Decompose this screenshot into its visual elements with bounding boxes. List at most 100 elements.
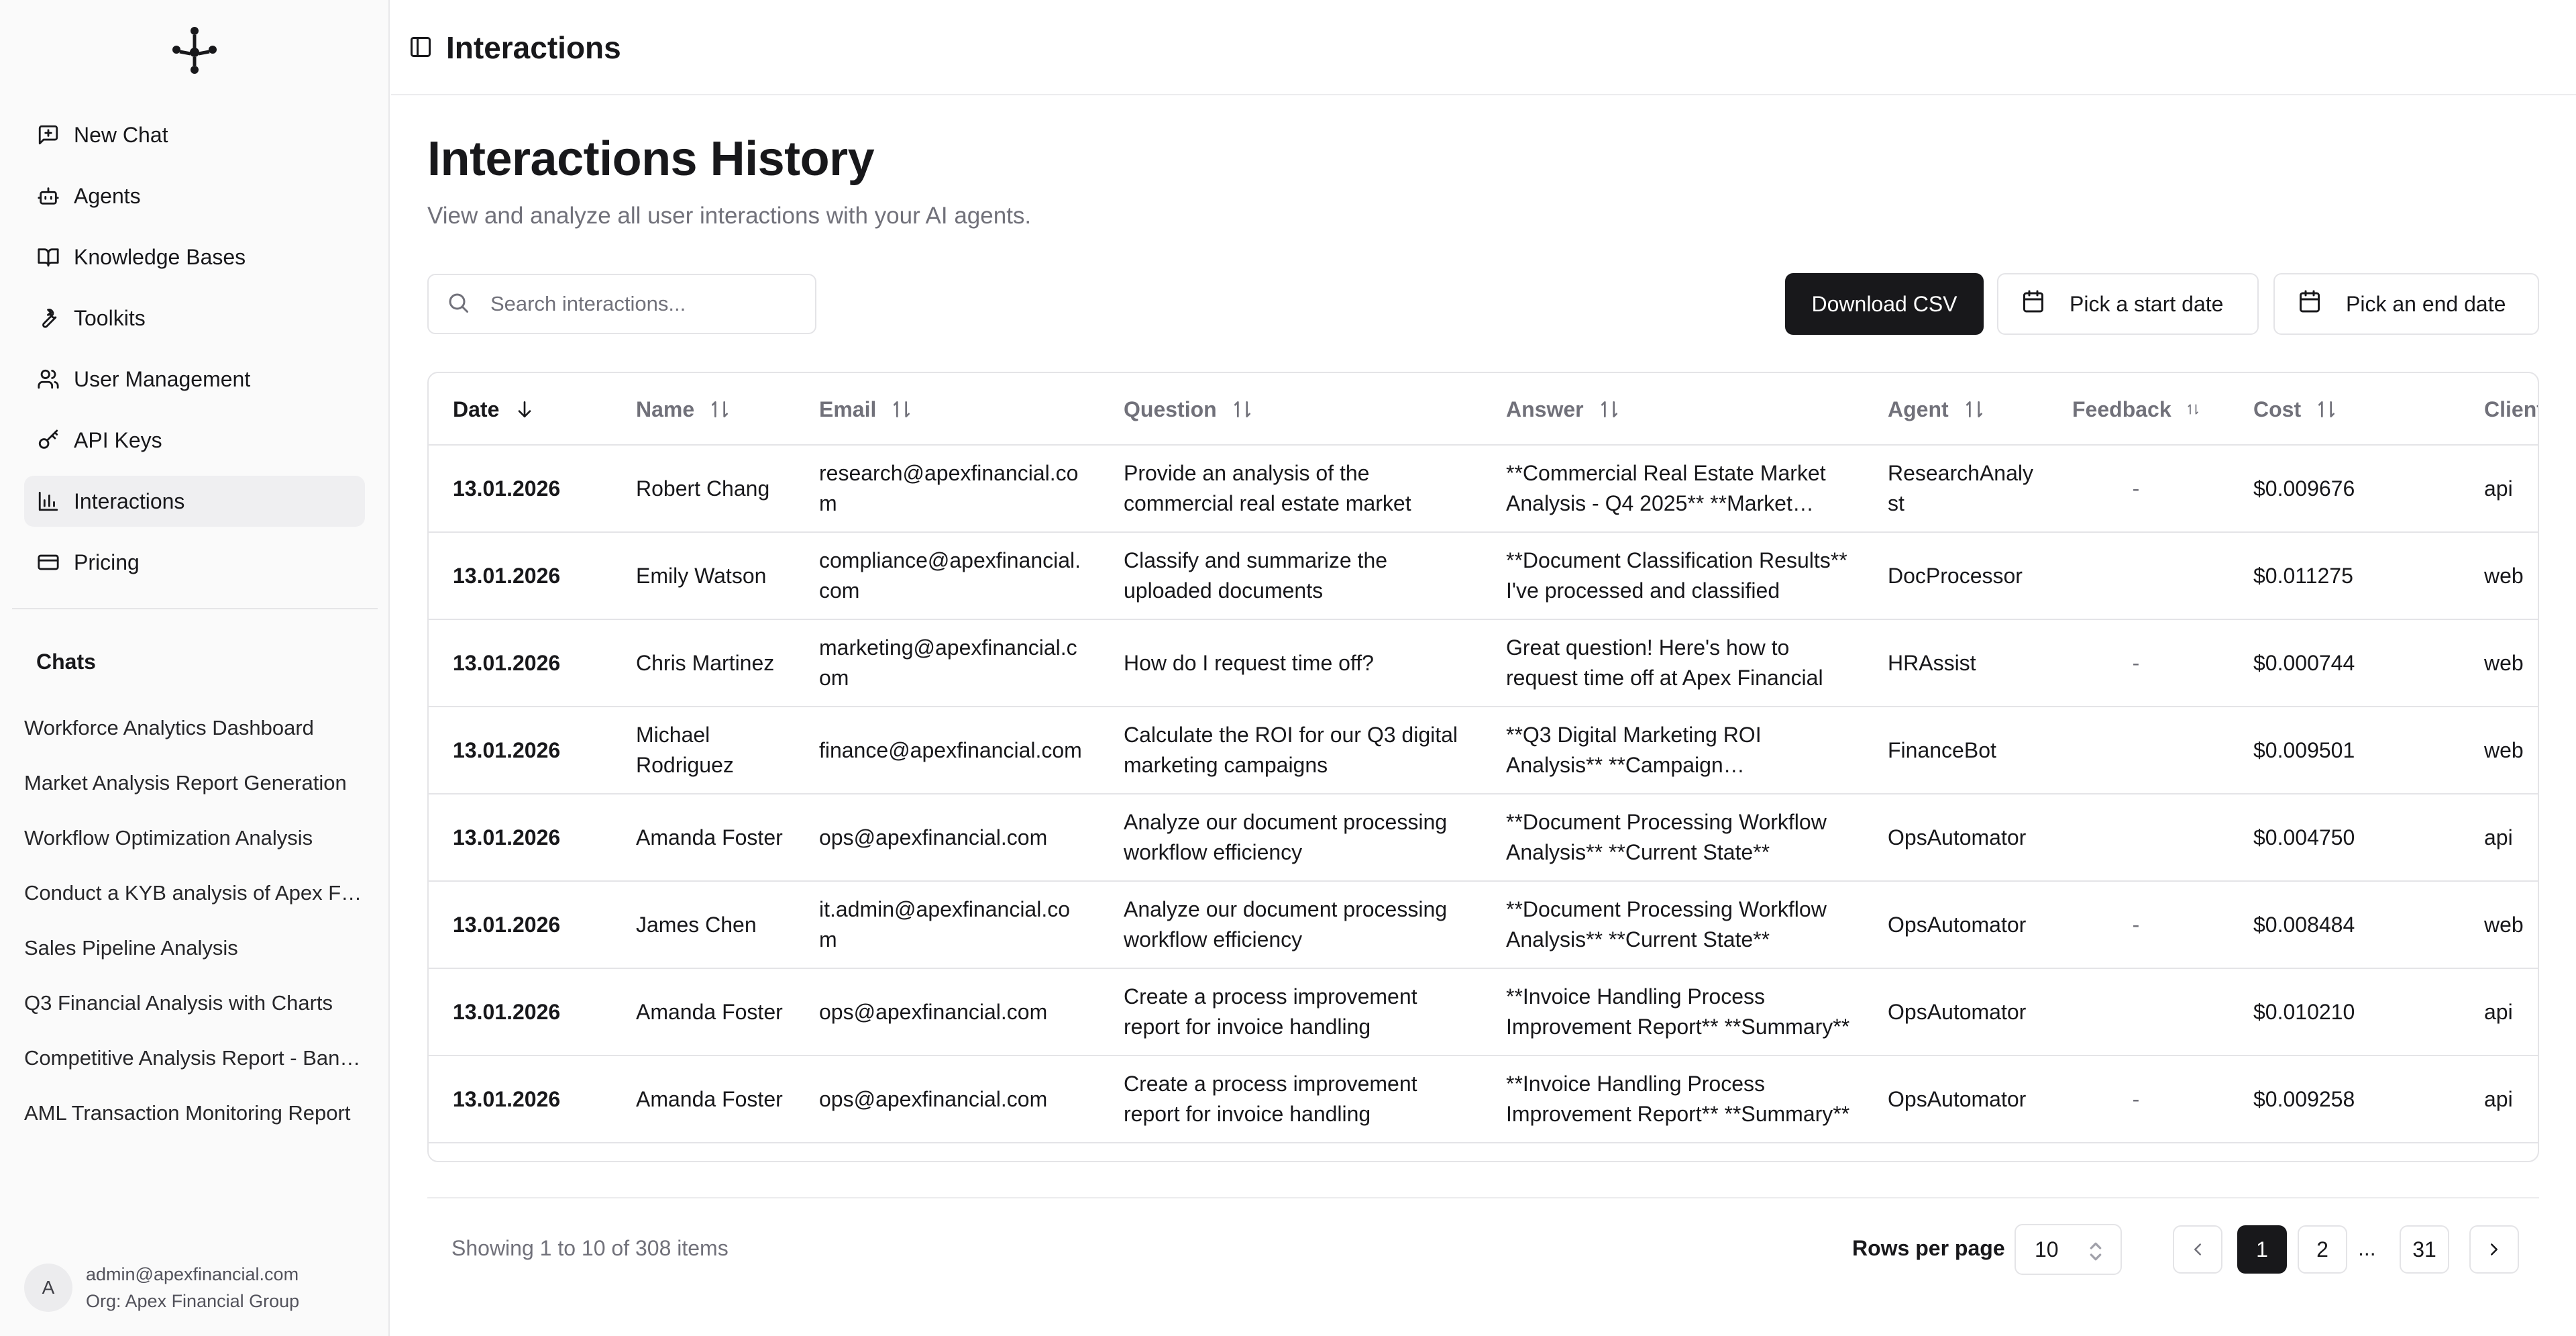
pagination-ellipsis: ...: [2358, 1236, 2376, 1260]
table-row[interactable]: 13.01.2026 Amanda Foster ops@apexfinancial…: [429, 969, 2538, 1056]
cell-cost: $0.009258: [2253, 1086, 2355, 1111]
chat-item[interactable]: Competitive Analysis Report - Banking: [24, 1031, 366, 1086]
footer-divider: [427, 1197, 2539, 1198]
user-profile[interactable]: A admin@apexfinancial.com Org: Apex Fina…: [24, 1259, 373, 1317]
cell-question: Provide an analysis of the commercial re…: [1124, 461, 1411, 515]
search-box[interactable]: [427, 274, 816, 334]
start-date-label: Pick a start date: [2070, 291, 2224, 316]
cell-name: Amanda Foster: [636, 825, 783, 850]
sidebar-item-pricing[interactable]: Pricing: [24, 537, 365, 588]
cell-agent: DocProcessor: [1888, 563, 2023, 588]
sidebar-item-new-chat[interactable]: New Chat: [24, 109, 365, 160]
page-button-31[interactable]: 31: [2400, 1225, 2449, 1274]
table-row[interactable]: 13.01.2026 Chris Martinez marketing@apexfi…: [429, 620, 2538, 707]
download-csv-button[interactable]: Download CSV: [1785, 273, 1984, 335]
cell-answer: **Document Processing Workflow Analysis*…: [1506, 810, 1827, 864]
column-header-date[interactable]: Date: [453, 373, 614, 446]
prev-page-button[interactable]: [2173, 1225, 2222, 1274]
calendar-icon: [2298, 289, 2346, 319]
sort-icon: [1966, 401, 1982, 417]
cell-cost: $0.010210: [2253, 999, 2355, 1024]
start-date-picker[interactable]: Pick a start date: [1997, 273, 2259, 335]
cell-client: web: [2484, 912, 2524, 937]
book-open-icon: [36, 245, 60, 269]
table-row[interactable]: 13.01.2026 Robert Chang research@apexfinan…: [429, 446, 2538, 533]
cell-question: Analyze our document processing workflow…: [1124, 810, 1448, 864]
column-header-email[interactable]: Email: [819, 373, 1087, 446]
chat-item[interactable]: Market Analysis Report Generation: [24, 756, 366, 811]
rows-per-page-select[interactable]: 10: [2015, 1224, 2122, 1275]
sidebar-item-toolkits[interactable]: Toolkits: [24, 293, 365, 344]
column-header-client[interactable]: Client: [2484, 373, 2538, 446]
cell-date: 13.01.2026: [453, 999, 561, 1024]
bot-icon: [36, 184, 60, 208]
cell-client: api: [2484, 999, 2513, 1024]
chat-item[interactable]: Conduct a KYB analysis of Apex Financial: [24, 866, 366, 921]
page-title: Interactions History: [427, 132, 875, 186]
chat-list: Workforce Analytics Dashboard Market Ana…: [24, 701, 366, 1141]
sidebar-divider: [12, 608, 378, 609]
column-header-name[interactable]: Name: [636, 373, 790, 446]
page-subtitle: View and analyze all user interactions w…: [427, 203, 1032, 229]
sidebar-item-agents[interactable]: Agents: [24, 170, 365, 221]
column-header-feedback[interactable]: Feedback: [2072, 373, 2200, 446]
sidebar-item-label: API Keys: [74, 427, 162, 452]
page-button-2[interactable]: 2: [2298, 1225, 2347, 1274]
main-content: Interactions History View and analyze al…: [391, 97, 2576, 1336]
app-logo-icon[interactable]: [171, 25, 218, 75]
cell-client: web: [2484, 650, 2524, 675]
cell-feedback: [2072, 969, 2200, 1055]
column-header-question[interactable]: Question: [1124, 373, 1459, 446]
chevron-up-down-icon: [2090, 1242, 2102, 1261]
cell-client: web: [2484, 563, 2524, 588]
table-row[interactable]: 13.01.2026 Amanda Foster ops@apexfinancial…: [429, 1056, 2538, 1143]
table-row[interactable]: 13.01.2026 James Chen it.admin@apexfinanci…: [429, 882, 2538, 969]
cell-agent: OpsAutomator: [1888, 912, 2027, 937]
chat-item[interactable]: Q3 Financial Analysis with Charts: [24, 976, 366, 1031]
chevron-right-icon: [2491, 1243, 2498, 1255]
chat-item[interactable]: Sales Pipeline Analysis: [24, 921, 366, 976]
sidebar-item-api-keys[interactable]: API Keys: [24, 415, 365, 466]
sidebar-item-user-management[interactable]: User Management: [24, 354, 365, 405]
sidebar-item-label: User Management: [74, 366, 251, 391]
cell-question: Calculate the ROI for our Q3 digital mar…: [1124, 723, 1458, 777]
column-header-agent[interactable]: Agent: [1888, 373, 2035, 446]
cell-cost: $0.009501: [2253, 737, 2355, 762]
search-input[interactable]: [490, 292, 799, 316]
end-date-picker[interactable]: Pick an end date: [2273, 273, 2539, 335]
table-row[interactable]: 13.01.2026 Michael Rodriguez finance@apexf…: [429, 707, 2538, 794]
cell-name: Amanda Foster: [636, 999, 783, 1024]
sidebar-item-knowledge-bases[interactable]: Knowledge Bases: [24, 232, 365, 282]
column-header-cost[interactable]: Cost: [2253, 373, 2428, 446]
sidebar-toggle-icon[interactable]: [409, 35, 433, 59]
cell-agent: FinanceBot: [1888, 737, 1996, 762]
user-org: Org: Apex Financial Group: [86, 1291, 300, 1311]
cell-client: api: [2484, 825, 2513, 850]
search-icon: [446, 291, 490, 318]
cell-agent: ResearchAnalyst: [1888, 461, 2033, 515]
sidebar-item-interactions[interactable]: Interactions: [24, 476, 365, 527]
cell-cost: $0.004750: [2253, 825, 2355, 850]
table-row[interactable]: 13.01.2026 Amanda Foster ops@apexfinancial…: [429, 794, 2538, 882]
users-icon: [36, 367, 60, 391]
cell-question: Analyze our document processing workflow…: [1124, 897, 1448, 952]
cell-email: finance@apexfinancial.com: [819, 737, 1082, 762]
next-page-button[interactable]: [2469, 1225, 2519, 1274]
cell-answer: **Commercial Real Estate Market Analysis…: [1506, 461, 1826, 515]
column-header-answer[interactable]: Answer: [1506, 373, 1855, 446]
cell-answer: **Q3 Digital Marketing ROI Analysis** **…: [1506, 723, 1762, 777]
chat-item[interactable]: Workforce Analytics Dashboard: [24, 701, 366, 756]
end-date-label: Pick an end date: [2346, 291, 2506, 316]
cell-question: Classify and summarize the uploaded docu…: [1124, 548, 1388, 603]
chat-item[interactable]: Workflow Optimization Analysis: [24, 811, 366, 866]
table-row[interactable]: 13.01.2026 Emily Watson compliance@apexfin…: [429, 533, 2538, 620]
cell-agent: HRAssist: [1888, 650, 1976, 675]
page-button-1[interactable]: 1: [2237, 1225, 2287, 1274]
cell-answer: **Invoice Handling Process Improvement R…: [1506, 984, 1850, 1039]
chat-item[interactable]: AML Transaction Monitoring Report: [24, 1086, 366, 1141]
cell-email: ops@apexfinancial.com: [819, 1086, 1048, 1111]
cell-name: Robert Chang: [636, 476, 770, 501]
table-header: Date Name Email Question Answer Agent Fe…: [429, 373, 2538, 446]
sidebar-item-label: Agents: [74, 183, 141, 208]
cell-name: Chris Martinez: [636, 650, 775, 675]
